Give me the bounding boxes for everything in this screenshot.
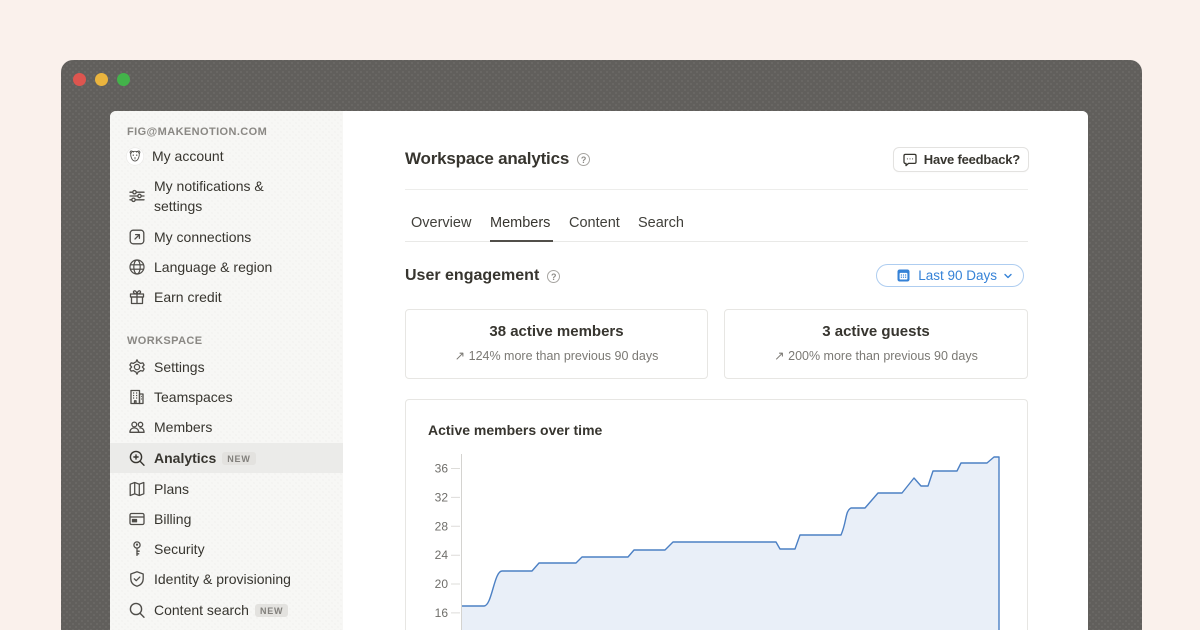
svg-text:28: 28	[435, 519, 449, 533]
svg-text:36: 36	[435, 462, 449, 476]
svg-text:32: 32	[435, 490, 449, 504]
svg-text:24: 24	[435, 548, 449, 562]
svg-text:20: 20	[435, 577, 449, 591]
svg-text:16: 16	[435, 606, 449, 620]
